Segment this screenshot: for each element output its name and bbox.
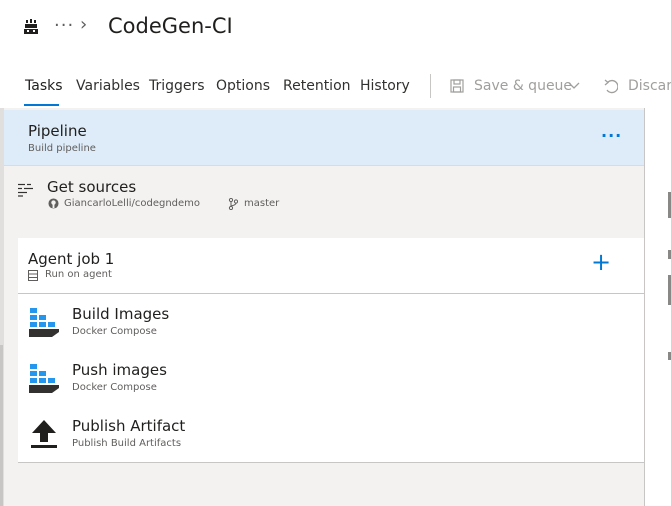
task-subtitle: Docker Compose <box>72 382 157 393</box>
header: ··· › CodeGen-CI <box>0 0 671 60</box>
pipeline-title: Pipeline <box>28 122 87 140</box>
pipeline-more-button[interactable]: ··· <box>601 126 622 145</box>
undo-icon <box>604 79 618 94</box>
pipeline-subtitle: Build pipeline <box>28 143 96 154</box>
tab-variables[interactable]: Variables <box>76 78 140 94</box>
docker-compose-icon <box>29 364 59 393</box>
save-queue-button[interactable]: Save & queue <box>450 78 582 98</box>
agent-job-card: Agent job 1 Run on agent + Build Images … <box>18 238 644 463</box>
task-subtitle: Publish Build Artifacts <box>72 438 182 449</box>
discard-button[interactable]: Discard <box>604 78 671 98</box>
get-sources-title: Get sources <box>47 178 137 196</box>
discard-label: Discard <box>628 78 671 94</box>
get-sources-icon <box>18 183 33 197</box>
details-panel <box>645 108 671 506</box>
active-tab-indicator <box>24 104 59 106</box>
tab-bar: Tasks Variables Triggers Options Retenti… <box>0 60 671 108</box>
canvas-edge-lower <box>0 345 3 506</box>
task-row[interactable]: Publish Artifact Publish Build Artifacts <box>18 406 644 462</box>
build-pipeline-icon[interactable] <box>22 18 40 36</box>
github-icon <box>48 198 59 209</box>
branch-icon <box>228 198 238 210</box>
tab-triggers[interactable]: Triggers <box>149 78 205 94</box>
save-queue-label: Save & queue <box>474 78 573 94</box>
upload-arrow-icon <box>31 420 57 448</box>
pipeline-row[interactable]: Pipeline Build pipeline ··· <box>4 110 644 166</box>
page-title: CodeGen-CI <box>108 14 233 38</box>
tab-retention[interactable]: Retention <box>283 78 351 94</box>
task-title: Build Images <box>72 305 170 323</box>
tab-history[interactable]: History <box>360 78 410 94</box>
task-title: Push images <box>72 361 167 379</box>
agent-server-icon <box>28 270 38 281</box>
docker-compose-icon <box>29 308 59 337</box>
breadcrumb-more[interactable]: ··· <box>54 15 74 36</box>
get-sources-row[interactable]: Get sources GiancarloLelli/codegndemo ma… <box>4 167 644 235</box>
breadcrumb-chevron-icon: › <box>80 14 88 35</box>
tab-options[interactable]: Options <box>216 78 270 94</box>
tab-tasks[interactable]: Tasks <box>25 78 63 94</box>
agent-job-header[interactable]: Agent job 1 Run on agent + <box>18 238 644 294</box>
repository-name: GiancarloLelli/codegndemo <box>64 198 201 209</box>
save-icon <box>450 79 464 93</box>
task-title: Publish Artifact <box>72 417 186 435</box>
branch-name: master <box>244 198 280 209</box>
add-task-button[interactable]: + <box>591 250 611 274</box>
agent-job-title: Agent job 1 <box>28 250 115 268</box>
task-subtitle: Docker Compose <box>72 326 157 337</box>
task-row[interactable]: Push images Docker Compose <box>18 350 644 406</box>
task-row[interactable]: Build Images Docker Compose <box>18 294 644 350</box>
agent-job-subtitle: Run on agent <box>45 269 112 280</box>
chevron-down-icon <box>568 82 580 89</box>
toolbar-divider <box>430 74 431 98</box>
